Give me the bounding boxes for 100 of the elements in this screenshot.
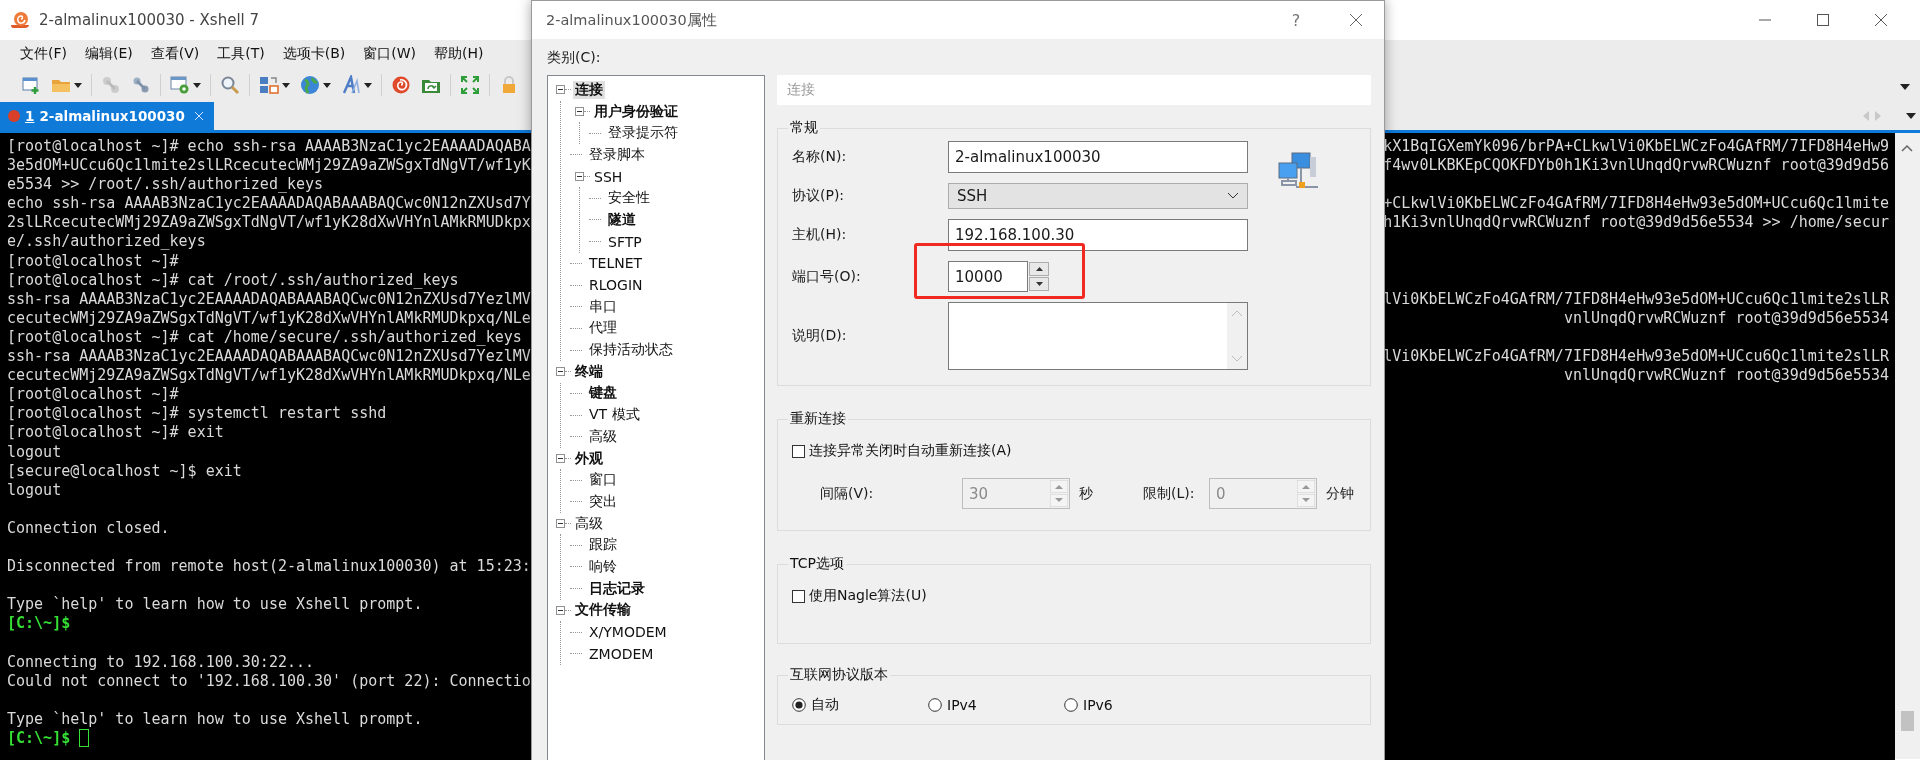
tree-item[interactable]: 用户身份验证: [592, 102, 680, 121]
terminal-line: cecutecWMj29ZA9aZWSgxTdNgVT/wf1yK28dXwVHYnlAMkRMUDkpxq/NLe: [7, 366, 531, 386]
menu-item[interactable]: 编辑(E): [79, 43, 139, 65]
tree-item[interactable]: 键盘: [587, 384, 619, 403]
dialog-title: 2-almalinux100030属性: [546, 10, 718, 30]
triangle-up-icon: [1034, 266, 1044, 272]
menu-item[interactable]: 查看(V): [144, 43, 206, 65]
terminal-prompt: [C:\~]$: [7, 728, 71, 748]
collapse-icon[interactable]: [556, 519, 565, 529]
checkbox[interactable]: 使用Nagle算法(U): [792, 587, 927, 605]
caret-icon: [193, 82, 201, 88]
menu-item[interactable]: 选项卡(B): [276, 43, 352, 65]
caret-icon[interactable]: [1906, 113, 1916, 119]
caret-icon[interactable]: [1900, 84, 1910, 90]
spin-down-button[interactable]: [1029, 277, 1049, 291]
tree-item[interactable]: RLOGIN: [587, 277, 645, 294]
checkbox[interactable]: 连接异常关闭时自动重新连接(A): [792, 442, 1012, 460]
collapse-icon[interactable]: [556, 367, 565, 377]
tree-item[interactable]: X/YMODEM: [587, 624, 669, 641]
globe-icon: [300, 75, 320, 95]
collapse-icon[interactable]: [556, 85, 565, 95]
field-label: 间隔(V):: [820, 484, 875, 503]
collapse-icon[interactable]: [575, 172, 584, 182]
tree-item[interactable]: 代理: [587, 319, 619, 338]
tree-item[interactable]: 连接: [573, 80, 605, 99]
menu-item[interactable]: 窗口(W): [357, 43, 423, 65]
menu-item[interactable]: 工具(T): [211, 43, 271, 65]
tree-item[interactable]: 安全性: [606, 189, 652, 208]
tree-item[interactable]: VT 模式: [587, 406, 642, 425]
category-label: 类别(C):: [547, 49, 601, 67]
collapse-icon[interactable]: [556, 454, 565, 464]
port-field[interactable]: 10000: [948, 261, 1028, 292]
tree-item[interactable]: SSH: [592, 168, 625, 185]
terminal-line: Type `help' to learn how to use Xshell prompt.: [7, 709, 423, 729]
terminal-line: vnlUnqdQrvwRCWuznf root@39d9d56e5534: [1563, 308, 1889, 328]
tree-item[interactable]: SFTP: [606, 233, 644, 250]
caret-icon: [323, 82, 331, 88]
tree-item[interactable]: 保持活动状态: [587, 341, 675, 360]
tree-item[interactable]: 高级: [587, 427, 619, 446]
tree-item[interactable]: ZMODEM: [587, 645, 656, 662]
status-dot-icon: [8, 110, 20, 122]
tree-item[interactable]: 突出: [587, 492, 619, 511]
text-field[interactable]: 192.168.100.30: [948, 219, 1248, 251]
radio-button[interactable]: [792, 698, 806, 712]
terminal-line: vnlUnqdQrvwRCWuznf root@39d9d56e5534: [1563, 366, 1889, 386]
spin-up-button[interactable]: [1029, 262, 1049, 276]
panel-header: 连接: [777, 75, 1371, 105]
close-icon[interactable]: [194, 111, 204, 121]
help-button[interactable]: ?: [1276, 9, 1316, 31]
menu-item[interactable]: 文件(F): [14, 43, 73, 65]
terminal-line: [root@localhost ~]# cat /root/.ssh/authorized_keys: [7, 270, 459, 290]
radio-option[interactable]: IPv6: [1064, 696, 1200, 714]
terminal-line: [root@localhost ~]#: [7, 385, 179, 405]
triangle-down-icon: [1034, 281, 1044, 287]
terminal-line: Type `help' to learn how to use Xshell prompt.: [7, 595, 423, 615]
field-label: 协议(P):: [792, 187, 846, 205]
terminal-line: ssh-rsa AAAAB3NzaC1yc2EAAAADAQABAAABAQCwc0N12nZXUsd7YezlMV: [7, 347, 531, 367]
terminal-line: lVi0KbELWCzFo4GAfRM/7IFD8H4eHw93e5dOM+UCcu6Qc1lmite2slLR: [1383, 289, 1889, 309]
radio-option[interactable]: 自动: [792, 696, 928, 714]
tree-item[interactable]: 登录提示符: [606, 124, 680, 143]
menu-item[interactable]: 帮助(H): [428, 43, 490, 65]
session-tab[interactable]: 1 2-almalinux100030: [0, 102, 214, 130]
tree-item[interactable]: 隧道: [606, 210, 638, 229]
group-title: 重新连接: [789, 410, 847, 428]
protocol-dropdown[interactable]: SSH: [948, 183, 1248, 209]
unit-label: 分钟: [1326, 484, 1354, 503]
terminal-line: cecutecWMj29ZA9aZWSgxTdNgVT/wf1yK28dXwVHYnlAMkRMUDkpxq/NLe: [7, 308, 531, 328]
tree-item[interactable]: 响铃: [587, 557, 619, 576]
snail-logo-icon: [9, 9, 31, 31]
checkbox-box[interactable]: [792, 444, 805, 458]
terminal-line: ssh-rsa AAAAB3NzaC1yc2EAAAADAQABAAABAQCwc0N12nZXUsd7YezlMV: [7, 289, 531, 309]
close-icon: [1874, 13, 1888, 27]
terminal-line: [secure@localhost ~]$ exit: [7, 461, 242, 481]
field-label: 说明(D):: [792, 327, 848, 345]
group-title: TCP选项: [789, 555, 845, 573]
field-label: 主机(H):: [792, 226, 848, 244]
collapse-icon[interactable]: [575, 107, 584, 117]
tree-item[interactable]: 外观: [573, 449, 605, 468]
terminal-line: [root@localhost ~]# exit: [7, 423, 224, 443]
tree-item[interactable]: 登录脚本: [587, 145, 647, 164]
text-field[interactable]: 2-almalinux100030: [948, 141, 1248, 173]
font-icon: [341, 75, 361, 95]
radio-option[interactable]: IPv4: [928, 696, 1064, 714]
tree-item[interactable]: 文件传输: [573, 601, 633, 620]
terminal-line: Connection closed.: [7, 518, 170, 538]
checkbox-box[interactable]: [792, 589, 805, 603]
tree-item[interactable]: 终端: [573, 362, 605, 381]
terminal-line: e/.ssh/authorized_keys: [7, 232, 206, 252]
tree-item[interactable]: 高级: [573, 514, 605, 533]
collapse-icon[interactable]: [556, 605, 565, 615]
radio-button[interactable]: [1064, 698, 1078, 712]
tree-item[interactable]: 日志记录: [587, 579, 647, 598]
tree-item[interactable]: TELNET: [587, 255, 645, 272]
terminal-line: +CLkwlVi0KbELWCzFo4GAfRM/7IFD8H4eHw93e5dOM+UCcu6Qc1lmite: [1383, 194, 1889, 214]
tree-item[interactable]: 串口: [587, 297, 619, 316]
terminal-line: Disconnected from remote host(2-almalinux100030) at 15:23:: [7, 557, 531, 577]
properties-icon: [170, 75, 190, 95]
radio-button[interactable]: [928, 698, 942, 712]
tree-item[interactable]: 窗口: [587, 471, 619, 490]
tree-item[interactable]: 跟踪: [587, 536, 619, 555]
